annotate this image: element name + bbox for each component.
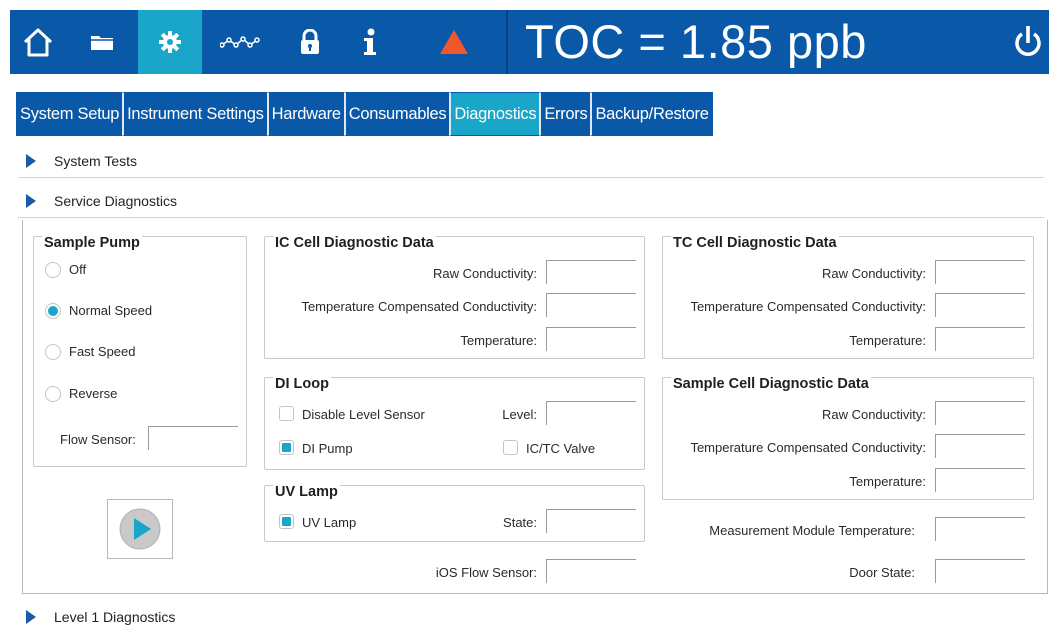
expand-arrow-icon xyxy=(26,610,36,624)
section-label: System Tests xyxy=(54,152,137,169)
section-label: Service Diagnostics xyxy=(54,192,177,209)
tab-hardware[interactable]: Hardware xyxy=(266,92,344,136)
group-title: Sample Cell Diagnostic Data xyxy=(671,376,871,392)
ios-flow-sensor-label: iOS Flow Sensor: xyxy=(435,565,537,580)
info-button[interactable] xyxy=(342,10,398,74)
disable-level-sensor-checkbox[interactable] xyxy=(279,406,294,421)
power-icon xyxy=(1015,26,1041,56)
tc-temperature-label: Temperature: xyxy=(849,333,926,348)
uv-state-field xyxy=(546,509,636,533)
waveform-icon xyxy=(220,36,260,48)
ic-temperature-label: Temperature: xyxy=(460,333,537,348)
group-title: Sample Pump xyxy=(42,235,142,251)
ic-raw-conductivity-label: Raw Conductivity: xyxy=(432,266,537,281)
radio-off[interactable] xyxy=(45,262,61,278)
sample-temperature-field xyxy=(935,468,1025,492)
folder-button[interactable] xyxy=(74,10,130,74)
topbar-divider xyxy=(506,10,508,74)
group-title: UV Lamp xyxy=(273,484,340,500)
trend-button[interactable] xyxy=(210,10,270,74)
tc-temp-comp-field xyxy=(935,293,1025,317)
settings-button[interactable] xyxy=(138,10,202,74)
tab-instrument-settings[interactable]: Instrument Settings xyxy=(122,92,267,136)
sample-temperature-label: Temperature: xyxy=(849,474,926,489)
top-bar: TOC = 1.85 ppb xyxy=(10,10,1049,74)
door-state-field xyxy=(935,559,1025,583)
folder-icon xyxy=(91,36,113,50)
radio-label: Off xyxy=(69,262,87,277)
radio-reverse[interactable] xyxy=(45,386,61,402)
checkbox-label: Disable Level Sensor xyxy=(302,407,425,422)
flow-sensor-field xyxy=(148,426,238,450)
level-field xyxy=(546,401,636,425)
sample-raw-conductivity-field xyxy=(935,401,1025,425)
section-service-diagnostics[interactable]: Service Diagnostics xyxy=(18,184,1044,218)
flow-sensor-label: Flow Sensor: xyxy=(60,432,136,447)
warning-icon xyxy=(440,30,468,54)
group-title: IC Cell Diagnostic Data xyxy=(273,235,436,251)
power-button[interactable] xyxy=(1013,24,1043,63)
info-icon xyxy=(364,28,376,55)
radio-label: Fast Speed xyxy=(69,344,136,359)
tab-system-setup[interactable]: System Setup xyxy=(16,92,123,136)
home-icon xyxy=(23,28,53,57)
ic-raw-conductivity-field xyxy=(546,260,636,284)
radio-normal-speed[interactable] xyxy=(45,303,61,319)
section-level1-diagnostics[interactable]: Level 1 Diagnostics xyxy=(18,600,1044,634)
tc-temp-comp-label: Temperature Compensated Conductivity: xyxy=(690,299,926,314)
tc-raw-conductivity-label: Raw Conductivity: xyxy=(821,266,926,281)
home-button[interactable] xyxy=(10,10,66,74)
expand-arrow-icon xyxy=(26,153,36,168)
sample-temp-comp-field xyxy=(935,434,1025,458)
sample-raw-conductivity-label: Raw Conductivity: xyxy=(821,407,926,422)
door-state-label: Door State: xyxy=(849,565,915,580)
checkbox-label: IC/TC Valve xyxy=(526,441,596,456)
sample-temp-comp-label: Temperature Compensated Conductivity: xyxy=(690,440,926,455)
gear-icon xyxy=(159,31,181,53)
radio-fast-speed[interactable] xyxy=(45,344,61,360)
checkbox-label: UV Lamp xyxy=(302,515,357,530)
ic-temp-comp-label: Temperature Compensated Conductivity: xyxy=(301,299,537,314)
section-system-tests[interactable]: System Tests xyxy=(18,144,1044,178)
settings-tabs: System Setup Instrument Settings Hardwar… xyxy=(16,92,713,136)
tc-temperature-field xyxy=(935,327,1025,351)
tab-diagnostics[interactable]: Diagnostics xyxy=(449,92,540,136)
checkbox-label: DI Pump xyxy=(302,441,353,456)
ictc-valve-checkbox[interactable] xyxy=(503,440,518,455)
ic-temperature-field xyxy=(546,327,636,351)
ios-flow-sensor-field xyxy=(546,559,636,583)
radio-label: Reverse xyxy=(69,386,118,401)
toc-readout: TOC = 1.85 ppb xyxy=(525,15,867,68)
tab-backup-restore[interactable]: Backup/Restore xyxy=(590,92,713,136)
group-title: TC Cell Diagnostic Data xyxy=(671,235,839,251)
lock-icon xyxy=(301,29,319,54)
di-pump-checkbox[interactable] xyxy=(279,440,294,455)
uv-state-label: State: xyxy=(503,515,537,530)
measurement-module-temperature-label: Measurement Module Temperature: xyxy=(709,523,915,538)
alarm-button[interactable] xyxy=(426,10,482,74)
security-button[interactable] xyxy=(282,10,338,74)
uv-lamp-checkbox[interactable] xyxy=(279,514,294,529)
measurement-module-temperature-field xyxy=(935,517,1025,541)
tc-raw-conductivity-field xyxy=(935,260,1025,284)
group-title: DI Loop xyxy=(273,376,331,392)
section-label: Level 1 Diagnostics xyxy=(54,609,176,625)
tab-consumables[interactable]: Consumables xyxy=(343,92,450,136)
play-icon xyxy=(119,508,161,550)
run-pump-button[interactable] xyxy=(107,499,173,559)
expand-arrow-icon xyxy=(26,193,36,208)
ic-temp-comp-field xyxy=(546,293,636,317)
level-label: Level: xyxy=(502,407,537,422)
tab-errors[interactable]: Errors xyxy=(539,92,591,136)
radio-label: Normal Speed xyxy=(69,303,153,318)
